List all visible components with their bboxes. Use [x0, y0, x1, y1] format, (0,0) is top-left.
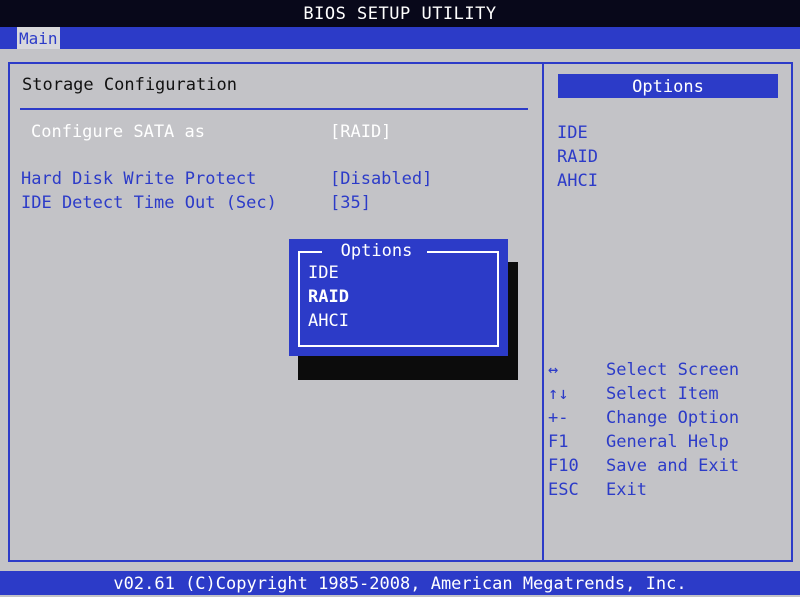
- help-key: F1: [548, 432, 569, 452]
- side-option-ahci: AHCI: [557, 171, 598, 191]
- tab-main[interactable]: Main: [17, 27, 60, 49]
- key-help-list: ↔ Select Screen ↑↓ Select Item +- Change…: [543, 358, 788, 502]
- help-key: ESC: [548, 480, 579, 500]
- popup-option-ahci[interactable]: AHCI: [308, 310, 349, 332]
- help-action: Change Option: [606, 408, 740, 428]
- popup-option-ide[interactable]: IDE: [308, 262, 339, 284]
- help-key: +-: [548, 408, 569, 428]
- setting-write-protect-label[interactable]: Hard Disk Write Protect: [21, 168, 256, 190]
- setting-ide-timeout-value[interactable]: [35]: [330, 192, 371, 214]
- popup-frame-top-right: [427, 251, 499, 253]
- menu-bar: Main: [0, 27, 800, 49]
- help-action: Exit: [606, 480, 647, 500]
- side-option-ide: IDE: [557, 123, 588, 143]
- left-right-arrows-icon: ↔: [548, 360, 559, 380]
- copyright-text: v02.61 (C)Copyright 1985-2008, American …: [113, 574, 687, 594]
- up-down-arrows-icon: ↑↓: [548, 384, 569, 404]
- section-divider: [20, 108, 528, 110]
- setting-configure-sata-value[interactable]: [RAID]: [330, 121, 391, 143]
- help-row: F10 Save and Exit: [543, 454, 788, 478]
- copyright-footer: v02.61 (C)Copyright 1985-2008, American …: [0, 571, 800, 595]
- help-action: Save and Exit: [606, 456, 740, 476]
- help-key: F10: [548, 456, 579, 476]
- section-title: Storage Configuration: [22, 75, 237, 95]
- help-row: +- Change Option: [543, 406, 788, 430]
- popup-option-raid[interactable]: RAID: [308, 286, 349, 308]
- options-popup[interactable]: Options IDE RAID AHCI: [289, 239, 508, 356]
- setting-write-protect-value[interactable]: [Disabled]: [330, 168, 432, 190]
- help-row: ↑↓ Select Item: [543, 382, 788, 406]
- options-header: Options: [558, 74, 778, 98]
- help-action: Select Item: [606, 384, 719, 404]
- bios-title: BIOS SETUP UTILITY: [303, 4, 497, 24]
- help-action: General Help: [606, 432, 729, 452]
- help-row: F1 General Help: [543, 430, 788, 454]
- side-option-raid: RAID: [557, 147, 598, 167]
- popup-title: Options: [340, 241, 413, 261]
- help-row: ESC Exit: [543, 478, 788, 502]
- title-bar: BIOS SETUP UTILITY: [0, 0, 800, 27]
- setting-configure-sata-label[interactable]: Configure SATA as: [31, 121, 205, 143]
- setting-ide-timeout-label[interactable]: IDE Detect Time Out (Sec): [21, 192, 277, 214]
- popup-frame-top-left: [298, 251, 322, 253]
- help-action: Select Screen: [606, 360, 740, 380]
- help-row: ↔ Select Screen: [543, 358, 788, 382]
